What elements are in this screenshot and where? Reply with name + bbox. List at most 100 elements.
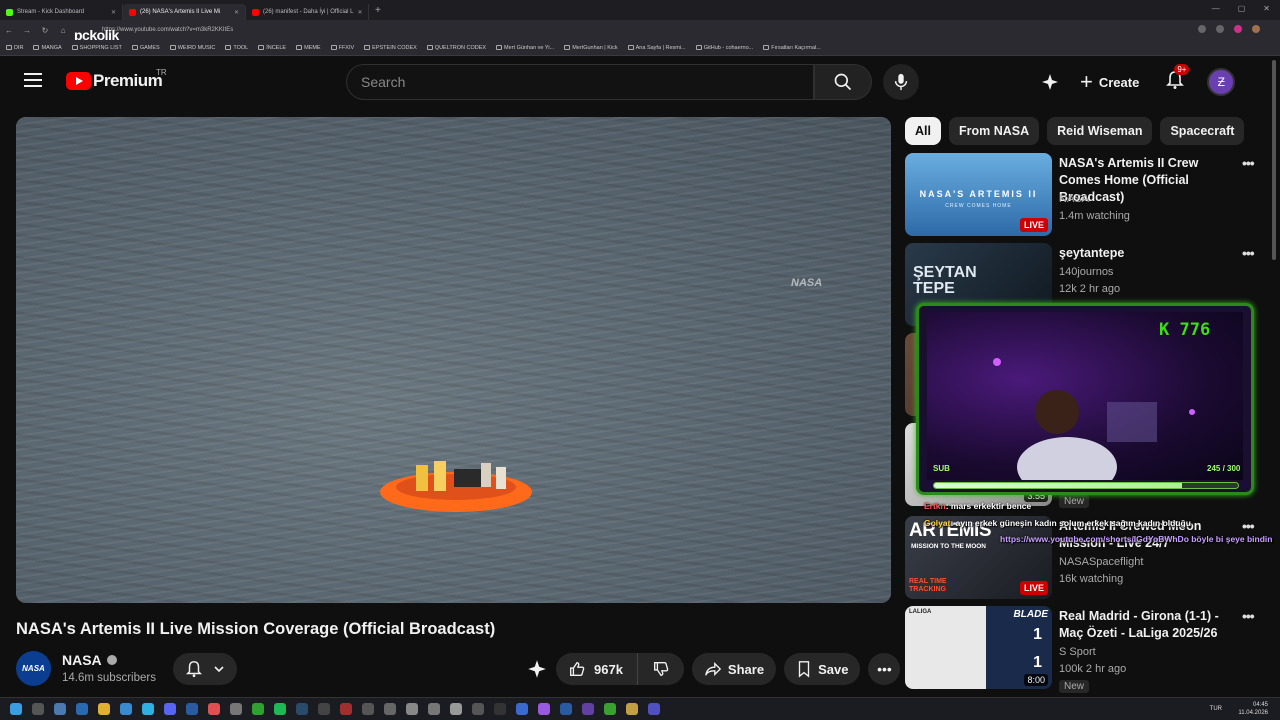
maximize-icon[interactable]: ▢ xyxy=(1238,4,1246,13)
close-tab-icon[interactable]: ✕ xyxy=(357,9,362,16)
bookmark-item[interactable]: MANGA xyxy=(33,45,62,51)
more-options-icon[interactable]: ••• xyxy=(1242,245,1255,261)
channel-avatar[interactable]: NASA xyxy=(16,650,51,686)
task-view-icon[interactable] xyxy=(54,703,66,715)
bookmark-item[interactable]: İNCELE xyxy=(258,45,286,51)
ai-sparkle-icon[interactable] xyxy=(1040,72,1060,92)
app-icon[interactable] xyxy=(318,703,330,715)
bookmark-item[interactable]: Fırsatları Kaçırmal... xyxy=(763,45,821,51)
bookmark-item[interactable]: MEME xyxy=(296,45,321,51)
rec-thumbnail[interactable]: ARTEMIS MISSION TO THE MOON REAL TIME TR… xyxy=(905,516,1052,599)
start-icon[interactable] xyxy=(10,703,22,715)
dislike-button[interactable] xyxy=(638,653,684,685)
chip-from-nasa[interactable]: From NASA xyxy=(948,117,1040,145)
app-icon[interactable] xyxy=(406,703,418,715)
rec-channel[interactable]: NASASpaceflight xyxy=(1059,556,1143,568)
xbox-icon[interactable] xyxy=(252,703,264,715)
clock[interactable]: 04:45 11.04.2026 xyxy=(1238,701,1268,717)
extension-icon[interactable] xyxy=(1216,25,1224,33)
back-icon[interactable]: ← xyxy=(0,26,18,35)
save-button[interactable]: Save xyxy=(784,653,861,685)
app-icon[interactable] xyxy=(648,703,660,715)
profile-icon[interactable] xyxy=(1252,25,1260,33)
bookmark-item[interactable]: Mert Günhan ve Yi... xyxy=(496,45,554,51)
video-player[interactable]: NASA xyxy=(16,117,891,603)
close-tab-icon[interactable]: ✕ xyxy=(111,9,116,16)
app-icon[interactable] xyxy=(340,703,352,715)
widgets-icon[interactable] xyxy=(76,703,88,715)
bookmark-item[interactable]: MertGunhan | Kick xyxy=(564,45,618,51)
url-field[interactable]: https://www.youtube.com/watch?v=m3kR2KKI… xyxy=(102,27,233,33)
close-tab-icon[interactable]: ✕ xyxy=(234,9,239,16)
app-icon[interactable] xyxy=(626,703,638,715)
more-options-icon[interactable]: ••• xyxy=(1242,518,1255,534)
close-window-icon[interactable]: ✕ xyxy=(1263,4,1270,13)
bookmark-item[interactable]: EPSTEIN CODEX xyxy=(364,45,417,51)
browser-icon[interactable] xyxy=(142,703,154,715)
create-button[interactable]: + Create xyxy=(1080,71,1139,93)
bookmark-item[interactable]: GitHub - cohaerno... xyxy=(695,45,753,51)
youtube-premium-logo[interactable]: Premium TR xyxy=(66,68,167,91)
app-icon[interactable] xyxy=(472,703,484,715)
like-button[interactable]: 967k xyxy=(556,653,638,685)
app-icon[interactable] xyxy=(230,703,242,715)
subscribed-notification-button[interactable] xyxy=(173,653,237,685)
rec-item[interactable]: NASA'S ARTEMIS II CREW COMES HOME LIVE N… xyxy=(905,153,1265,237)
rec-item[interactable]: LALIGA BLADE 1 1 8:00 Real Madrid - Giro… xyxy=(905,606,1265,693)
app-icon[interactable] xyxy=(362,703,374,715)
app-icon[interactable] xyxy=(384,703,396,715)
bookmark-item[interactable]: DIR xyxy=(6,45,23,51)
search-input[interactable]: Search xyxy=(346,64,814,100)
chip-reid-wiseman[interactable]: Reid Wiseman xyxy=(1047,117,1153,145)
app-icon[interactable] xyxy=(186,703,198,715)
app-icon[interactable] xyxy=(582,703,594,715)
app-icon[interactable] xyxy=(560,703,572,715)
browser-tab-artemis[interactable]: (26) NASA's Artemis II Live Mi ✕ xyxy=(123,4,246,20)
extension-icon[interactable] xyxy=(1234,25,1242,33)
app-icon[interactable] xyxy=(604,703,616,715)
rec-thumbnail[interactable]: NASA'S ARTEMIS II CREW COMES HOME LIVE xyxy=(905,153,1052,236)
chip-all[interactable]: All xyxy=(905,117,941,145)
bookmark-item[interactable]: QUELTRON CODEX xyxy=(426,45,486,51)
rec-channel[interactable]: 140journos xyxy=(1059,266,1113,278)
rec-channel[interactable]: NASA xyxy=(1059,193,1089,205)
app-icon[interactable] xyxy=(538,703,550,715)
bookmark-item[interactable]: SHOPPING LIST xyxy=(71,45,122,51)
chip-spacecraft[interactable]: Spacecraft xyxy=(1160,117,1245,145)
reload-icon[interactable]: ↻ xyxy=(36,26,54,35)
app-icon[interactable] xyxy=(428,703,440,715)
extension-icon[interactable] xyxy=(1198,25,1206,33)
discord-icon[interactable] xyxy=(164,703,176,715)
bookmark-item[interactable]: FFXIV xyxy=(330,45,354,51)
app-icon[interactable] xyxy=(516,703,528,715)
rec-channel[interactable]: S Sport xyxy=(1059,646,1096,658)
notifications-button[interactable]: 9+ xyxy=(1165,63,1190,95)
language-indicator[interactable]: TUR xyxy=(1210,706,1222,712)
notepad-icon[interactable] xyxy=(120,703,132,715)
app-icon[interactable] xyxy=(494,703,506,715)
rec-title[interactable]: şeytantepe xyxy=(1059,245,1239,262)
bookmark-item[interactable]: TOOL xyxy=(225,45,248,51)
bookmark-item[interactable]: WEIRD MUSIC xyxy=(169,45,215,51)
search-button[interactable] xyxy=(814,64,872,100)
steam-icon[interactable] xyxy=(296,703,308,715)
app-icon[interactable] xyxy=(450,703,462,715)
minimize-icon[interactable]: — xyxy=(1212,4,1220,13)
browser-tab-manifest[interactable]: (26) manifest - Daha İyi | Official L ✕ xyxy=(246,4,369,20)
new-tab-button[interactable]: + xyxy=(375,5,381,16)
share-button[interactable]: Share xyxy=(691,653,777,685)
forward-icon[interactable]: → xyxy=(18,26,36,35)
file-explorer-icon[interactable] xyxy=(98,703,110,715)
spotify-icon[interactable] xyxy=(274,703,286,715)
home-icon[interactable]: ⌂ xyxy=(54,26,72,35)
menu-icon[interactable] xyxy=(24,73,42,87)
search-icon[interactable] xyxy=(32,703,44,715)
bookmark-item[interactable]: Ana Sayfa | Resmi... xyxy=(627,45,686,51)
bookmark-item[interactable]: GAMES xyxy=(131,45,160,51)
app-icon[interactable] xyxy=(208,703,220,715)
more-actions-button[interactable]: ••• xyxy=(868,653,901,685)
voice-search-button[interactable] xyxy=(883,64,919,100)
rec-thumbnail[interactable]: LALIGA BLADE 1 1 8:00 xyxy=(905,606,1052,689)
ai-sparkle-icon[interactable] xyxy=(526,658,548,680)
channel-name[interactable]: NASA xyxy=(62,652,156,668)
